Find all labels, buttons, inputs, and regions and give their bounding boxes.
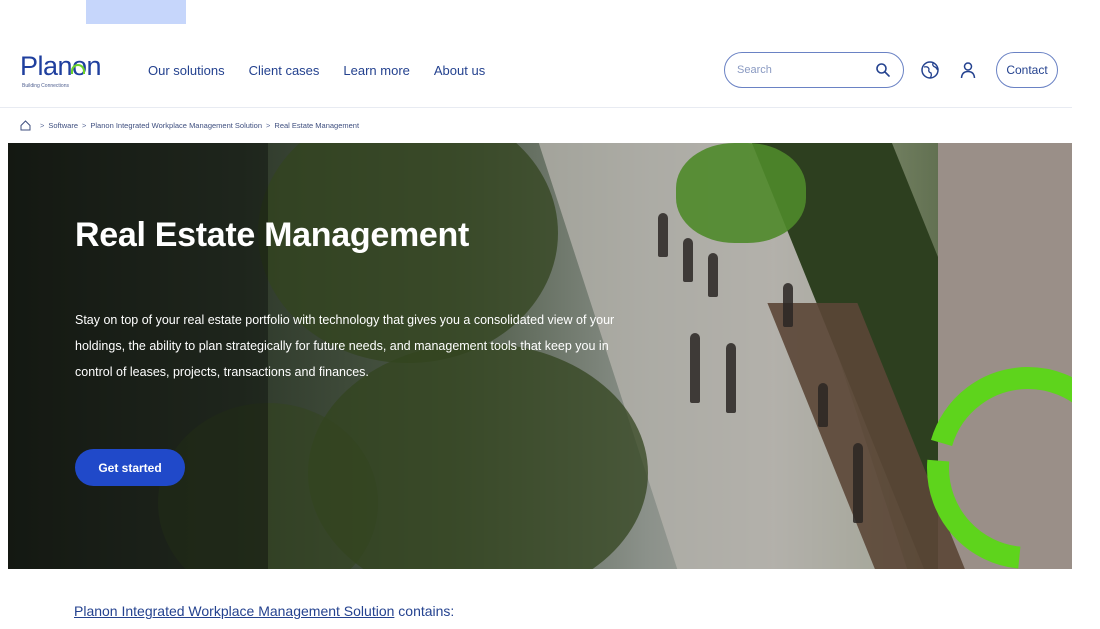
breadcrumb-separator: > <box>82 120 87 130</box>
hero-photo-person <box>783 283 793 327</box>
contains-heading: Planon Integrated Workplace Management S… <box>74 603 454 619</box>
decorative-ring-graphic <box>927 367 1072 569</box>
globe-icon[interactable] <box>920 60 940 80</box>
iwms-link[interactable]: Planon Integrated Workplace Management S… <box>74 603 394 619</box>
nav-item-our-solutions[interactable]: Our solutions <box>148 62 225 80</box>
logo-tagline: Building Connections <box>22 83 69 89</box>
hero-photo-person <box>690 333 700 403</box>
home-icon[interactable] <box>20 119 31 131</box>
site-header: Planon Building Connections Our solution… <box>0 40 1072 108</box>
hero-description: Stay on top of your real estate portfoli… <box>75 313 615 379</box>
hero-photo-person <box>818 383 828 427</box>
breadcrumb-item-software[interactable]: Software <box>48 121 78 130</box>
user-icon[interactable] <box>958 60 978 80</box>
logo-arc-icon <box>71 64 85 74</box>
search-icon[interactable] <box>875 62 891 78</box>
page-title: Real Estate Management <box>75 216 469 254</box>
breadcrumb-separator: > <box>40 120 45 130</box>
hero-photo-person <box>683 238 693 282</box>
hero-photo-person <box>708 253 718 297</box>
nav-item-about-us[interactable]: About us <box>434 62 485 80</box>
logo-wordmark: Planon <box>20 51 102 81</box>
main-nav: Our solutions Client cases Learn more Ab… <box>148 62 509 80</box>
breadcrumb-separator: > <box>266 120 271 130</box>
top-highlight-bar <box>86 0 186 24</box>
breadcrumb-item-iwms[interactable]: Planon Integrated Workplace Management S… <box>90 121 262 130</box>
nav-item-learn-more[interactable]: Learn more <box>343 62 409 80</box>
get-started-button[interactable]: Get started <box>75 449 185 486</box>
search-box <box>724 52 904 88</box>
nav-item-client-cases[interactable]: Client cases <box>249 62 320 80</box>
hero-photo-plant <box>676 143 806 243</box>
contact-button[interactable]: Contact <box>996 52 1058 88</box>
breadcrumb: > Software > Planon Integrated Workplace… <box>20 118 359 132</box>
hero-photo-person <box>853 443 863 523</box>
hero-photo-person <box>658 213 668 257</box>
hero-photo-person <box>726 343 736 413</box>
search-input[interactable] <box>737 61 867 79</box>
planon-logo[interactable]: Planon Building Connections <box>20 51 120 91</box>
contains-suffix: contains: <box>394 603 455 619</box>
hero-banner: Real Estate Management Stay on top of yo… <box>8 143 1072 569</box>
breadcrumb-item-current: Real Estate Management <box>274 120 360 130</box>
